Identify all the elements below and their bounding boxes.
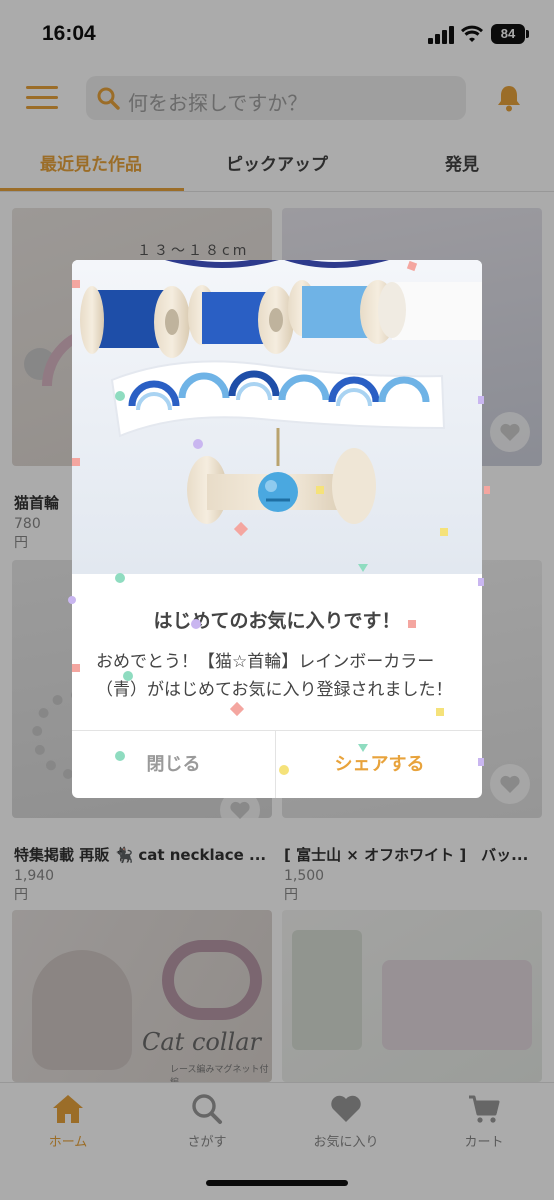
close-button[interactable]: 閉じる [72,731,276,798]
dialog-message: おめでとう！【猫☆首輪】レインボーカラー（青）がはじめてお気に入り登録されました… [96,652,453,700]
share-button[interactable]: シェアする [277,731,482,798]
dialog-actions: 閉じる シェアする [72,730,482,798]
dialog-title: はじめてのお気に入りです！ [153,610,401,632]
product-photo [72,260,482,574]
first-favorite-dialog: はじめてのお気に入りです！ おめでとう！【猫☆首輪】レインボーカラー（青）がはじ… [72,260,482,798]
